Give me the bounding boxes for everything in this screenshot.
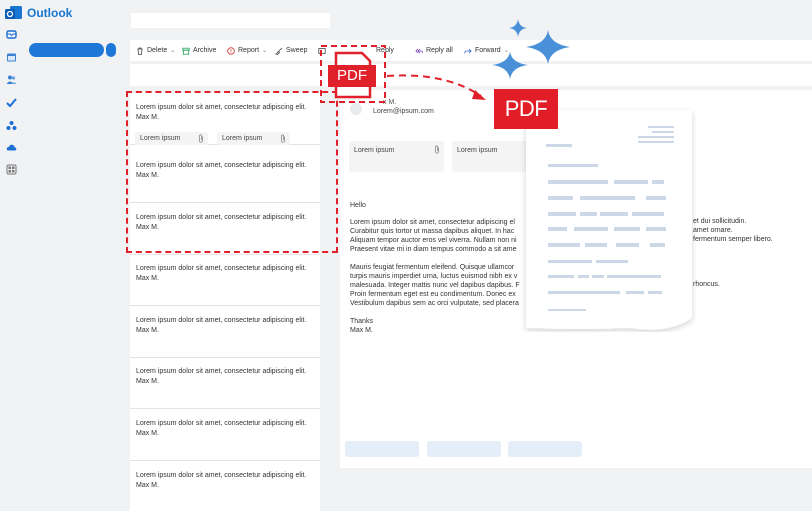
reply-all-label: Reply all	[426, 47, 453, 54]
email-body-line: Curabitur quis tortor ut massa dapibus a…	[350, 228, 515, 235]
toolbar: Delete ⌄ Archive Report ⌄ Sweep Reply Re…	[130, 40, 812, 61]
message-preview: Lorem ipsum dolor sit amet, consectetur …	[136, 265, 307, 272]
outlook-logo-icon	[5, 6, 22, 19]
message-sender: Max M.	[136, 378, 159, 385]
report-label: Report	[238, 47, 260, 54]
attachment-card-label: Lorem ipsum	[354, 147, 395, 154]
pdf-drag-label: PDF	[337, 67, 367, 84]
reply-all-button[interactable]: Reply all	[415, 40, 453, 61]
cloud-icon[interactable]	[6, 142, 17, 153]
forward-icon	[464, 48, 472, 54]
email-body-line-tail: amet ornare.	[693, 227, 733, 234]
list-item[interactable]: Lorem ipsum dolor sit amet, consectetur …	[130, 461, 320, 511]
email-body-line-tail: rhoncus.	[693, 281, 720, 288]
list-item[interactable]: Lorem ipsum dolor sit amet, consectetur …	[130, 357, 320, 409]
selection-dashed-box	[126, 91, 338, 253]
archive-label: Archive	[193, 47, 217, 54]
email-body-line: turpis mauris imperdiet urna, luctus eui…	[350, 273, 518, 280]
app-rail	[0, 0, 22, 511]
document-page-icon	[526, 110, 692, 330]
archive-button[interactable]: Archive	[182, 40, 216, 61]
delete-label: Delete	[147, 47, 168, 54]
message-sender: Max M.	[136, 430, 159, 437]
attachment-card[interactable]: Lorem ipsum	[349, 141, 444, 172]
new-mail-dropdown[interactable]	[106, 43, 116, 57]
attachment-card-label: Lorem ipsum	[457, 147, 498, 154]
report-button[interactable]: Report ⌄	[227, 40, 267, 61]
email-signoff: Thanks	[350, 318, 373, 325]
sender-email: Lorem@ipsum.com	[373, 108, 434, 115]
email-body-line: Lorem ipsum dolor sit amet, consectetur …	[350, 219, 515, 226]
chevron-down-icon: ⌄	[170, 48, 176, 54]
drag-arrow	[386, 74, 486, 100]
delete-button[interactable]: Delete ⌄	[136, 40, 175, 61]
chevron-down-icon: ⌄	[262, 48, 268, 54]
sweep-label: Sweep	[286, 47, 308, 54]
email-body-line: Aliquam tempor auctor eros vel viverra. …	[350, 237, 517, 244]
message-preview: Lorem ipsum dolor sit amet, consectetur …	[136, 317, 307, 324]
email-body-line: Proin fermentum eget est eu condimentum.…	[350, 291, 516, 298]
new-mail-button[interactable]	[29, 43, 104, 57]
apps-icon[interactable]	[6, 164, 17, 175]
mail-icon[interactable]	[6, 29, 17, 40]
email-body-line: Praesent vitae mi in diam tempus commodo…	[350, 246, 517, 253]
report-icon	[227, 46, 235, 55]
sparkle-icon	[492, 19, 570, 79]
todo-check-icon[interactable]	[6, 97, 17, 108]
message-sender: Max M.	[136, 275, 159, 282]
email-greeting: Hello	[350, 202, 366, 209]
pdf-drag-ghost: PDF	[320, 45, 386, 103]
avatar	[350, 103, 362, 115]
pdf-document-preview	[520, 106, 696, 332]
email-body-line-tail: fermentum semper libero.	[693, 236, 773, 243]
pdf-badge: PDF	[494, 89, 558, 129]
reply-all-action-button[interactable]	[427, 441, 501, 457]
trash-icon	[137, 47, 143, 55]
message-preview: Lorem ipsum dolor sit amet, consectetur …	[136, 368, 307, 375]
email-body-line: Mauris feugiat fermentum eleifend. Quisq…	[350, 264, 515, 271]
app-title: Outlook	[27, 6, 73, 20]
forward-action-button[interactable]	[508, 441, 582, 457]
list-item[interactable]: Lorem ipsum dolor sit amet, consectetur …	[130, 409, 320, 461]
list-item[interactable]: Lorem ipsum dolor sit amet, consectetur …	[130, 306, 320, 358]
email-signature: Max M.	[350, 327, 373, 334]
calendar-icon[interactable]	[6, 52, 17, 63]
message-sender: Max M.	[136, 327, 159, 334]
reply-all-icon	[415, 48, 423, 53]
people-icon[interactable]	[6, 74, 17, 85]
list-item[interactable]: Lorem ipsum dolor sit amet, consectetur …	[130, 254, 320, 306]
message-sender: Max M.	[136, 482, 159, 489]
search-input[interactable]	[131, 13, 330, 28]
message-preview: Lorem ipsum dolor sit amet, consectetur …	[136, 420, 307, 427]
email-body-line-tail: et dui sollicitudin.	[693, 218, 747, 225]
paperclip-icon	[435, 145, 439, 154]
broom-icon	[275, 47, 283, 55]
sweep-button[interactable]: Sweep	[275, 40, 307, 61]
message-preview: Lorem ipsum dolor sit amet, consectetur …	[136, 472, 307, 479]
groups-icon[interactable]	[6, 120, 17, 131]
email-body-line: malesuada. Integer mattis nunc vel dapib…	[350, 282, 520, 289]
archive-icon	[182, 47, 190, 55]
reply-action-button[interactable]	[345, 441, 419, 457]
email-body-line: Vestibulum dapibus sem ac orci vulputate…	[350, 300, 519, 307]
